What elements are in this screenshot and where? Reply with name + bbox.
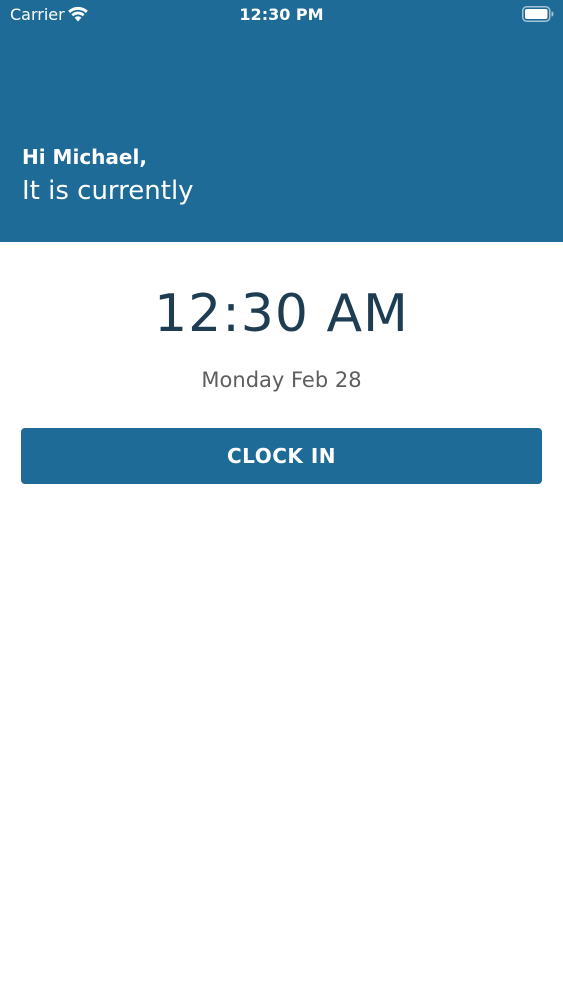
header-banner: Carrier 12:30 PM Hi Michael, It is curre… [0, 0, 563, 242]
status-time: 12:30 PM [239, 5, 324, 24]
status-bar: Carrier 12:30 PM [0, 0, 563, 30]
greeting-text: Hi Michael, [22, 145, 147, 169]
battery-icon [522, 6, 554, 22]
current-time-caption: It is currently [22, 176, 194, 206]
clock-in-button[interactable]: CLOCK IN [21, 428, 542, 484]
current-time-display: 12:30 AM [154, 284, 409, 344]
current-date-display: Monday Feb 28 [201, 368, 362, 392]
app-screen: Carrier 12:30 PM Hi Michael, It is curre… [0, 0, 563, 1000]
